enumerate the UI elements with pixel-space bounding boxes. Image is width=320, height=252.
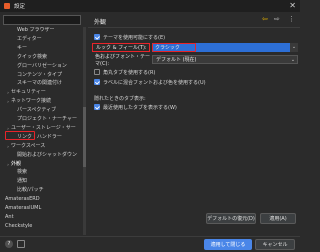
theme-enabled-row[interactable]: テーマを使用可能にする(E) — [94, 33, 165, 41]
recent-tabs-row[interactable]: 最近使用したタブを表示する(W) — [94, 103, 177, 111]
tree-scrollbar-thumb[interactable] — [83, 107, 86, 167]
restore-defaults-button[interactable]: デフォルトの復元(D) — [206, 213, 256, 224]
tree-item[interactable]: プロジェクト・ナーチャー — [17, 116, 77, 123]
look-feel-label-box: ルック & フィール(T): — [92, 43, 150, 52]
tree-item-label: コンテンツ・タイプ — [17, 71, 63, 78]
tree-item-label: エディター — [17, 35, 42, 42]
color-font-label: 色およびフォント・テーマ(C): — [95, 53, 151, 67]
tree-item-label: 検索 — [17, 169, 28, 176]
tree-item-label: 比較/パッチ — [17, 187, 44, 194]
look-feel-label: ルック & フィール(T): — [96, 45, 147, 51]
mixed-fonts-checkbox[interactable] — [94, 79, 100, 85]
theme-enabled-checkbox[interactable] — [94, 34, 100, 40]
tree-item-label: 通知 — [17, 178, 28, 185]
apply-button[interactable]: 適用(A) — [260, 213, 296, 224]
tree-item[interactable]: キー — [17, 45, 27, 52]
title-bar: 設定 ✕ — [0, 0, 300, 12]
cancel-button[interactable]: キャンセル — [255, 239, 295, 250]
tree-item-label: キー — [17, 44, 28, 51]
tree-item-label: Checkstyle — [5, 222, 33, 229]
tree-item[interactable]: › 外観 — [7, 160, 22, 168]
recent-tabs-checkbox[interactable] — [94, 104, 100, 110]
round-tabs-row[interactable]: 角丸タブを使用する(R) — [94, 68, 155, 76]
tree-item-label: ユーザー・ストレージ・サー — [11, 124, 76, 131]
tree-item-label: AmateraslUML — [5, 205, 42, 211]
tree-item-label: セキュリティー — [11, 89, 46, 96]
panel-title: 外観 — [94, 19, 107, 26]
tree-item-label: 外観 — [11, 160, 22, 167]
tree-item-label: AmaterasERD — [5, 196, 40, 203]
round-tabs-label: 角丸タブを使用する(R) — [103, 69, 156, 76]
tree-scrollbar[interactable] — [83, 27, 86, 235]
panel-divider — [88, 27, 300, 28]
highlight-box-classic — [152, 43, 196, 52]
tree-item[interactable]: AmaterasERD — [5, 196, 40, 203]
tree-item[interactable]: › ネットワーク接続 — [7, 98, 52, 105]
back-arrow-icon[interactable]: ⇦ — [262, 15, 268, 23]
expand-chevron-icon[interactable]: › — [5, 98, 11, 105]
tree-item-label: プロジェクト・ナーチャー — [17, 116, 77, 122]
tree-item[interactable]: › ワークスペース — [7, 142, 46, 150]
tree-item[interactable]: クイック検索 — [17, 54, 47, 61]
tree-item-label: ネットワーク接続 — [11, 98, 52, 105]
mixed-fonts-label: ラベルに混合フォントおよび色を使用する(U) — [103, 79, 206, 86]
view-menu-icon[interactable]: ⋮ — [288, 15, 295, 23]
tree-item[interactable]: 開始およびシャットダウン — [17, 152, 77, 159]
tree-item-label: ワークスペース — [11, 142, 46, 149]
recent-tabs-label: 最近使用したタブを表示する(W) — [103, 104, 177, 111]
color-font-select[interactable]: デフォルト (現在) ⌄ — [152, 55, 298, 64]
color-font-label-box: 色およびフォント・テーマ(C): — [92, 53, 152, 67]
filter-input[interactable] — [3, 15, 81, 25]
tree-item[interactable]: 通知 — [17, 178, 27, 185]
window-title: 設定 — [14, 4, 26, 10]
forward-arrow-icon[interactable]: ⇨ — [274, 15, 280, 23]
tree-item-label: スキーマの関連付け — [17, 80, 63, 87]
tree-item[interactable]: › セキュリティー — [7, 89, 46, 96]
appearance-panel: 外観 ⇦ ⇨ ⋮ テーマを使用可能にする(E) ルック & フィール(T): ク… — [88, 13, 300, 235]
expand-chevron-icon[interactable]: › — [5, 89, 11, 96]
tree-item[interactable]: ›Ant — [5, 214, 14, 221]
tree-item[interactable]: エディター — [17, 36, 42, 43]
tree-item-label: クイック検索 — [17, 53, 48, 60]
tree-item[interactable]: スキーマの関連付け — [17, 80, 62, 87]
tree-item[interactable]: コンテンツ・タイプ — [17, 72, 62, 79]
chevron-down-icon: ⌄ — [290, 57, 296, 63]
color-font-value: デフォルト (現在) — [156, 57, 197, 63]
tree-item[interactable]: Web ブラウザー — [17, 27, 55, 34]
close-icon[interactable]: ✕ — [289, 1, 296, 11]
chevron-down-icon: ⌄ — [291, 44, 297, 50]
app-icon — [4, 3, 10, 9]
tree-item-label: Web ブラウザー — [17, 27, 55, 33]
expand-chevron-icon[interactable]: › — [3, 214, 5, 221]
highlight-box-appearance — [5, 131, 35, 140]
tree-item-label: 開始およびシャットダウン — [17, 151, 78, 158]
import-export-icon[interactable] — [17, 240, 25, 248]
expand-chevron-icon[interactable]: › — [5, 161, 11, 168]
dialog-footer: ? 適用して閉じる キャンセル — [0, 236, 300, 252]
theme-enabled-label: テーマを使用可能にする(E) — [103, 34, 166, 41]
tree-item-label: パースペクティブ — [17, 107, 57, 114]
apply-and-close-button[interactable]: 適用して閉じる — [204, 239, 252, 250]
round-tabs-checkbox[interactable] — [94, 69, 100, 75]
tree-item[interactable]: パースペクティブ — [17, 107, 56, 114]
tab-shortcut-title: 隠れたときのタブ表示: — [94, 96, 146, 102]
tree-item[interactable]: 検索 — [17, 169, 27, 176]
help-icon[interactable]: ? — [5, 240, 13, 248]
tree-item-label: Ant — [5, 213, 14, 220]
look-feel-dropdown[interactable]: ⌄ — [290, 43, 298, 52]
tree-item[interactable]: 比較/パッチ — [17, 187, 44, 194]
tree-item[interactable]: グローバリゼーション — [17, 63, 67, 70]
tree-item-label: グローバリゼーション — [17, 62, 67, 69]
tree-item[interactable]: Checkstyle — [5, 223, 32, 230]
expand-chevron-icon[interactable]: › — [5, 143, 11, 150]
mixed-fonts-row[interactable]: ラベルに混合フォントおよび色を使用する(U) — [94, 78, 206, 86]
tree-item[interactable]: AmateraslUML — [5, 205, 41, 212]
